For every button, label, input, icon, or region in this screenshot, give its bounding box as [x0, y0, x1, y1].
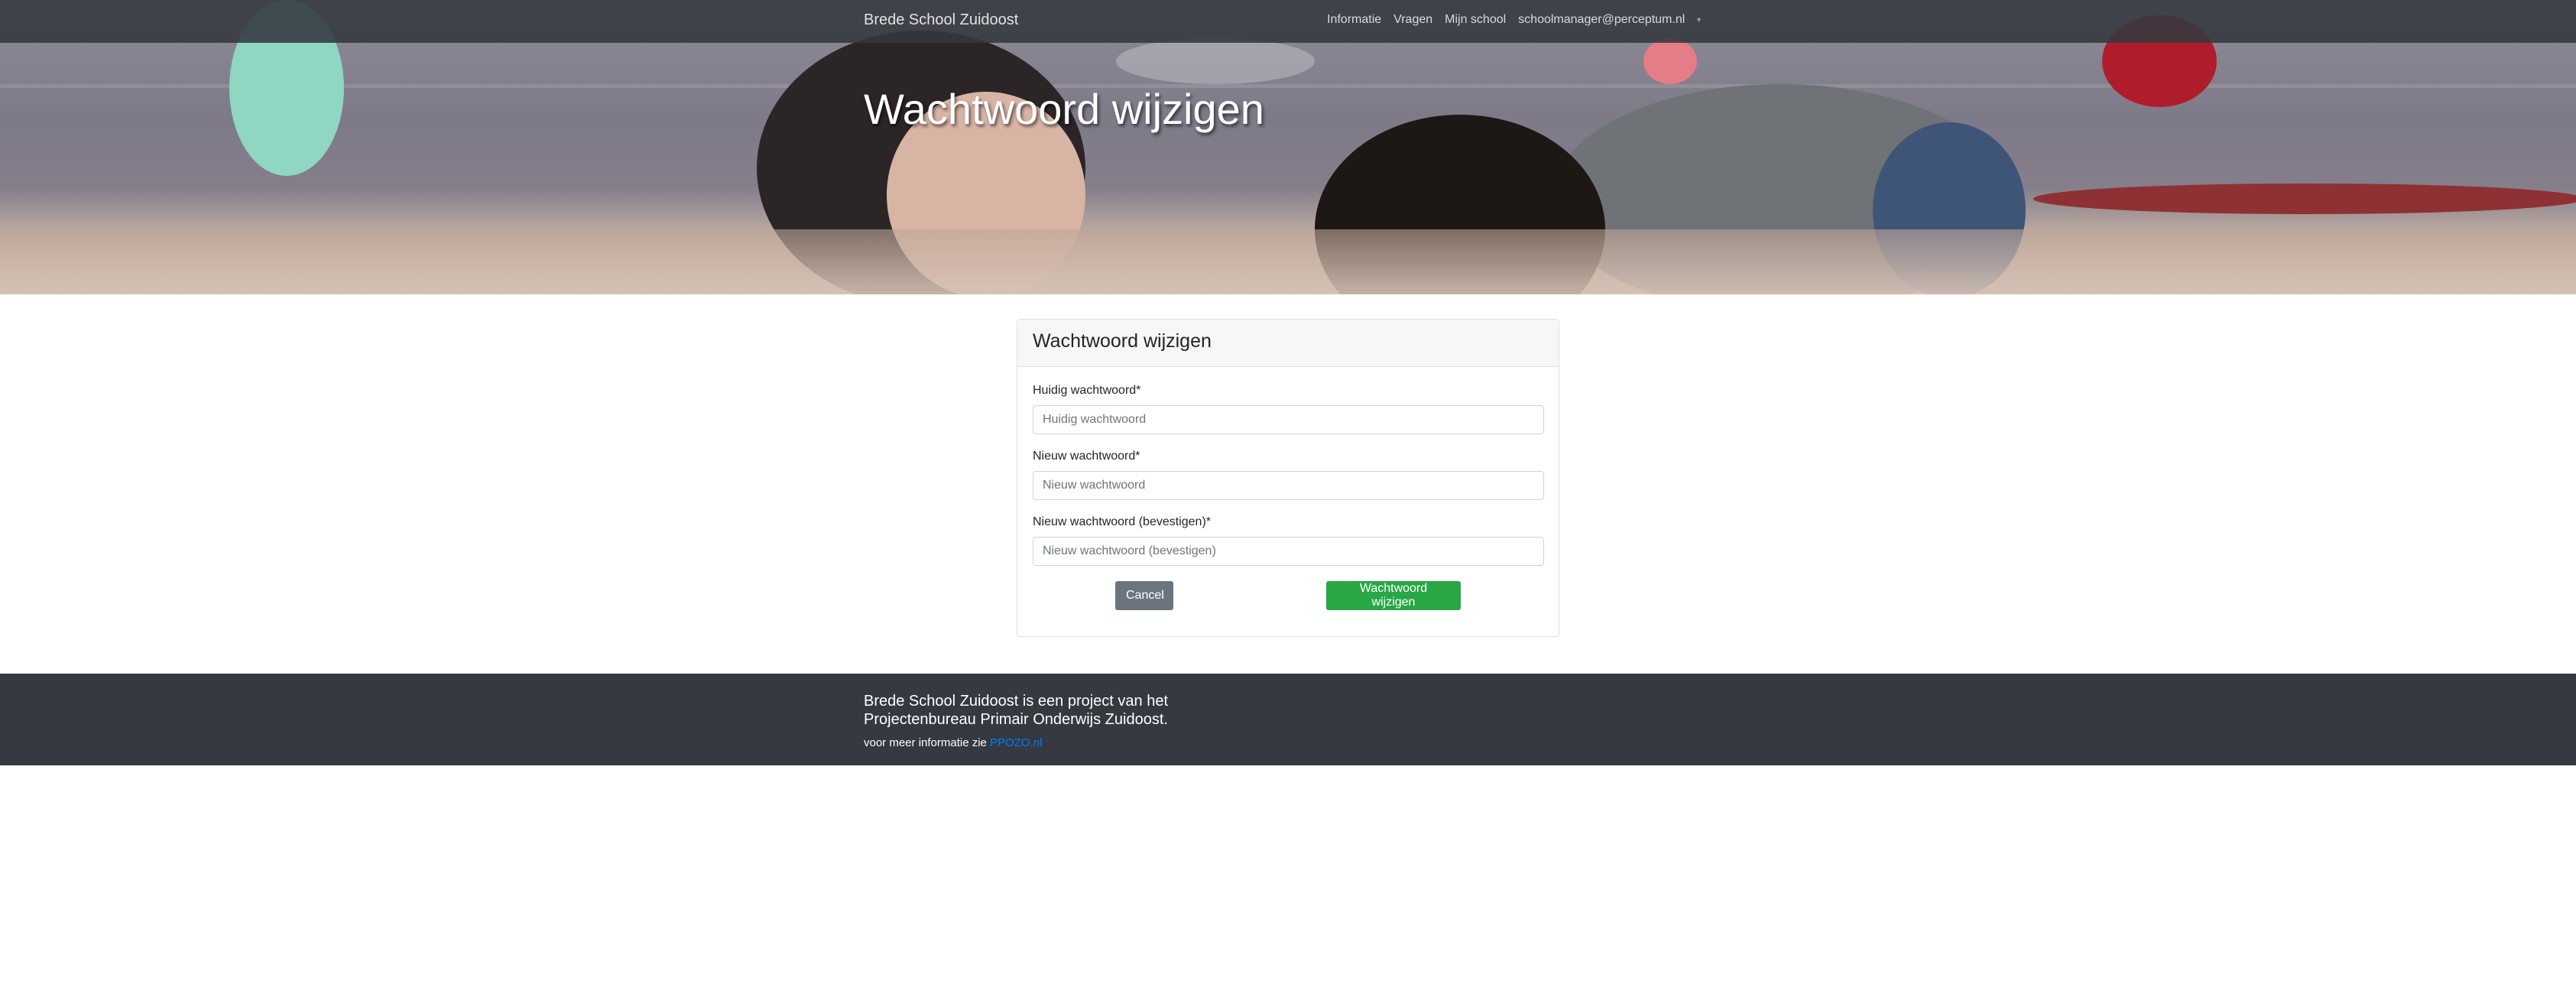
nav-link-user-email[interactable]: schoolmanager@perceptum.nl	[1518, 13, 1685, 27]
card-header: Wachtwoord wijzigen	[1017, 320, 1559, 367]
footer-info-prefix: voor meer informatie zie	[864, 736, 991, 749]
confirm-password-label: Nieuw wachtwoord (bevestigen)*	[1033, 515, 1211, 528]
page-footer: Brede School Zuidoost is een project van…	[0, 674, 2576, 765]
confirm-password-input[interactable]	[1033, 537, 1544, 566]
current-password-input[interactable]	[1033, 405, 1544, 434]
nav-link-informatie[interactable]: Informatie	[1327, 13, 1381, 27]
change-password-card: Wachtwoord wijzigen Huidig wachtwoord* N…	[1017, 319, 1559, 637]
new-password-label: Nieuw wachtwoord*	[1033, 450, 1140, 463]
hero-banner	[0, 0, 2576, 294]
current-password-group: Huidig wachtwoord*	[1033, 384, 1544, 434]
page-title: Wachtwoord wijzigen	[864, 85, 1264, 133]
hero-photo-shape	[1643, 38, 1697, 84]
top-navbar: Brede School Zuidoost Informatie Vragen …	[0, 0, 2576, 43]
card-body: Huidig wachtwoord* Nieuw wachtwoord* Nie…	[1017, 367, 1559, 612]
nav-link-vragen[interactable]: Vragen	[1393, 13, 1432, 27]
confirm-password-group: Nieuw wachtwoord (bevestigen)*	[1033, 515, 1544, 566]
footer-info: voor meer informatie zie PPOZO.nl	[864, 736, 1042, 749]
hero-photo-shape	[2033, 184, 2576, 214]
new-password-group: Nieuw wachtwoord*	[1033, 450, 1544, 500]
caret-down-icon[interactable]: ▾	[1697, 13, 1701, 28]
brand-link[interactable]: Brede School Zuidoost	[864, 11, 1018, 29]
cancel-button[interactable]: Cancel	[1115, 581, 1173, 610]
nav-link-mijn-school[interactable]: Mijn school	[1445, 13, 1506, 27]
footer-description: Brede School Zuidoost is een project van…	[864, 693, 1169, 728]
nav-links: Informatie Vragen Mijn school schoolmana…	[1327, 13, 1685, 27]
change-password-button[interactable]: Wachtwoord wijzigen	[1326, 581, 1461, 610]
hero-floor	[0, 229, 2576, 294]
current-password-label: Huidig wachtwoord*	[1033, 384, 1141, 397]
form-actions: Cancel Wachtwoord wijzigen	[1033, 581, 1543, 612]
hero-photo-shape	[1116, 38, 1315, 84]
new-password-input[interactable]	[1033, 471, 1544, 500]
ppozo-link[interactable]: PPOZO.nl	[990, 736, 1042, 749]
